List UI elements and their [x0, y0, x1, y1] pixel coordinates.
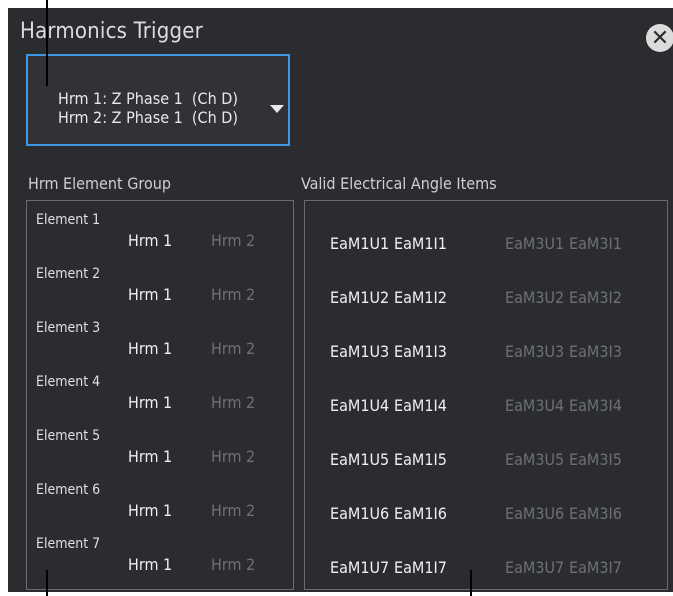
element-name: Element 5: [36, 428, 101, 444]
angle-item-m3i[interactable]: EaM3I6: [569, 504, 622, 523]
angle-item-m3u[interactable]: EaM3U1: [505, 234, 564, 253]
angle-item-m3u[interactable]: EaM3U6: [505, 504, 564, 523]
angle-item-m1u[interactable]: EaM1U2: [330, 288, 389, 307]
hrm-2-toggle[interactable]: Hrm 2: [211, 339, 255, 358]
angle-item-m3u[interactable]: EaM3U7: [505, 558, 564, 577]
angle-item-m1i[interactable]: EaM1I5: [394, 450, 447, 469]
angle-item-m3u[interactable]: EaM3U5: [505, 450, 564, 469]
hrm-1-toggle[interactable]: Hrm 1: [128, 285, 172, 304]
hrm-1-toggle[interactable]: Hrm 1: [128, 393, 172, 412]
chevron-down-icon: [270, 105, 284, 113]
angle-item-m1u[interactable]: EaM1U5: [330, 450, 389, 469]
angle-item-m1i[interactable]: EaM1I7: [394, 558, 447, 577]
hrm-2-toggle[interactable]: Hrm 2: [211, 285, 255, 304]
angle-item-m1u[interactable]: EaM1U1: [330, 234, 389, 253]
element-name: Element 6: [36, 482, 101, 498]
angle-item-m1i[interactable]: EaM1I4: [394, 396, 447, 415]
angle-item-m1u[interactable]: EaM1U6: [330, 504, 389, 523]
hrm-1-toggle[interactable]: Hrm 1: [128, 501, 172, 520]
element-group-label: Hrm Element Group: [28, 174, 172, 193]
angle-item-m3i[interactable]: EaM3I1: [569, 234, 622, 253]
hrm-2-toggle[interactable]: Hrm 2: [211, 447, 255, 466]
angle-item-m3i[interactable]: EaM3I7: [569, 558, 622, 577]
angle-item-m3i[interactable]: EaM3I3: [569, 342, 622, 361]
angle-item-m3u[interactable]: EaM3U4: [505, 396, 564, 415]
trigger-select-line-2: Hrm 2: Z Phase 1 (Ch D): [58, 108, 238, 127]
angle-item-m3i[interactable]: EaM3I4: [569, 396, 622, 415]
angle-item-m1i[interactable]: EaM1I1: [394, 234, 447, 253]
hrm-1-toggle[interactable]: Hrm 1: [128, 231, 172, 250]
angle-item-m1i[interactable]: EaM1I6: [394, 504, 447, 523]
hrm-2-toggle[interactable]: Hrm 2: [211, 231, 255, 250]
angle-item-m3i[interactable]: EaM3I2: [569, 288, 622, 307]
angle-item-m1i[interactable]: EaM1I3: [394, 342, 447, 361]
angle-item-m1u[interactable]: EaM1U7: [330, 558, 389, 577]
angle-item-m1i[interactable]: EaM1I2: [394, 288, 447, 307]
element-group-box: Element 1 Hrm 1 Hrm 2 Element 2 Hrm 1 Hrm 2 El…: [26, 200, 294, 590]
element-name: Element 2: [36, 266, 101, 282]
hrm-2-toggle[interactable]: Hrm 2: [211, 501, 255, 520]
angle-item-m1u[interactable]: EaM1U3: [330, 342, 389, 361]
close-icon: ✕: [650, 25, 670, 50]
element-name: Element 4: [36, 374, 101, 390]
angle-item-m3u[interactable]: EaM3U3: [505, 342, 564, 361]
harmonics-trigger-dialog: Harmonics Trigger ✕ Hrm 1: Z Phase 1 (Ch…: [8, 8, 673, 592]
angle-item-m3u[interactable]: EaM3U2: [505, 288, 564, 307]
callout-line-bottom-left: [46, 570, 48, 596]
hrm-2-toggle[interactable]: Hrm 2: [211, 393, 255, 412]
hrm-1-toggle[interactable]: Hrm 1: [128, 555, 172, 574]
trigger-select-line-1: Hrm 1: Z Phase 1 (Ch D): [58, 89, 238, 108]
callout-line-bottom-right: [470, 570, 472, 596]
angle-item-m1u[interactable]: EaM1U4: [330, 396, 389, 415]
hrm-1-toggle[interactable]: Hrm 1: [128, 339, 172, 358]
callout-line-top: [46, 0, 48, 86]
angle-items-box: EaM1U1 EaM1I1 EaM3U1 EaM3I1 EaM1U2 EaM1I2 EaM3…: [304, 200, 668, 590]
angle-item-m3i[interactable]: EaM3I5: [569, 450, 622, 469]
element-name: Element 1: [36, 212, 101, 228]
angle-items-label: Valid Electrical Angle Items: [301, 174, 497, 193]
element-name: Element 7: [36, 536, 101, 552]
close-button[interactable]: ✕: [646, 24, 673, 52]
trigger-select[interactable]: Hrm 1: Z Phase 1 (Ch D) Hrm 2: Z Phase 1…: [26, 54, 290, 146]
hrm-2-toggle[interactable]: Hrm 2: [211, 555, 255, 574]
element-name: Element 3: [36, 320, 101, 336]
hrm-1-toggle[interactable]: Hrm 1: [128, 447, 172, 466]
